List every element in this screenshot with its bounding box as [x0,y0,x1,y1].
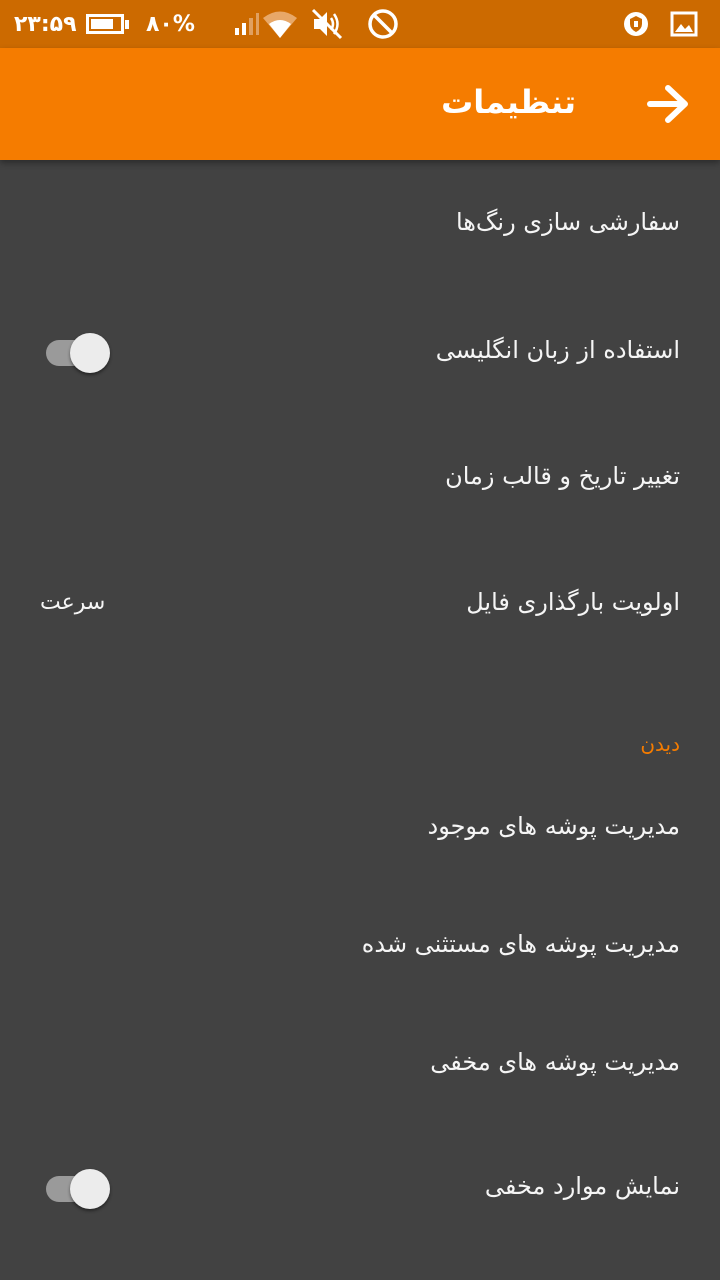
setting-customize-colors[interactable]: سفارشی سازی رنگ‌ها [0,160,720,288]
setting-date-time-format[interactable]: تغییر تاریخ و قالب زمان [0,416,720,540]
setting-manage-excluded-folders[interactable]: مدیریت پوشه های مستثنی شده [0,886,720,1004]
gallery-icon [670,0,698,48]
mute-icon [310,0,344,48]
setting-show-hidden-items[interactable]: نمایش موارد مخفی [0,1124,720,1248]
vpn-shield-icon [622,0,650,48]
setting-label: سفارشی سازی رنگ‌ها [455,208,680,236]
battery-percent: ۸۰% [146,11,195,37]
switch-thumb [70,333,110,373]
status-time: ۲۳:۵۹ [14,11,77,37]
setting-file-loading-priority[interactable]: اولویت بارگذاری فایل سرعت [0,540,720,668]
battery-icon [86,0,129,48]
switch-thumb [70,1169,110,1209]
setting-label: تغییر تاریخ و قالب زمان [445,462,680,490]
setting-label: مدیریت پوشه های مخفی [430,1048,680,1076]
setting-use-english[interactable]: استفاده از زبان انگلیسی [0,288,720,416]
arrow-right-icon [647,85,688,123]
use-english-switch[interactable] [44,331,112,375]
do-not-disturb-icon [366,0,400,48]
setting-manage-included-folders[interactable]: مدیریت پوشه های موجود [0,770,720,886]
setting-value: سرعت [40,590,106,615]
setting-manage-hidden-folders[interactable]: مدیریت پوشه های مخفی [0,1004,720,1124]
setting-label: اولویت بارگذاری فایل [466,588,680,616]
back-button[interactable] [644,80,692,128]
wifi-icon [262,0,298,48]
setting-label: مدیریت پوشه های مستثنی شده [361,930,680,958]
status-bar: ۲۳:۵۹ ۸۰% [0,0,720,48]
setting-label: نمایش موارد مخفی [484,1172,680,1200]
page-title: تنظیمات [441,83,576,121]
setting-label: استفاده از زبان انگلیسی [435,336,680,364]
setting-label: مدیریت پوشه های موجود [427,812,681,840]
show-hidden-items-switch[interactable] [44,1167,112,1211]
toolbar: تنظیمات [0,48,720,160]
section-header-view: دیدن [640,732,680,756]
signal-icon [234,0,260,48]
